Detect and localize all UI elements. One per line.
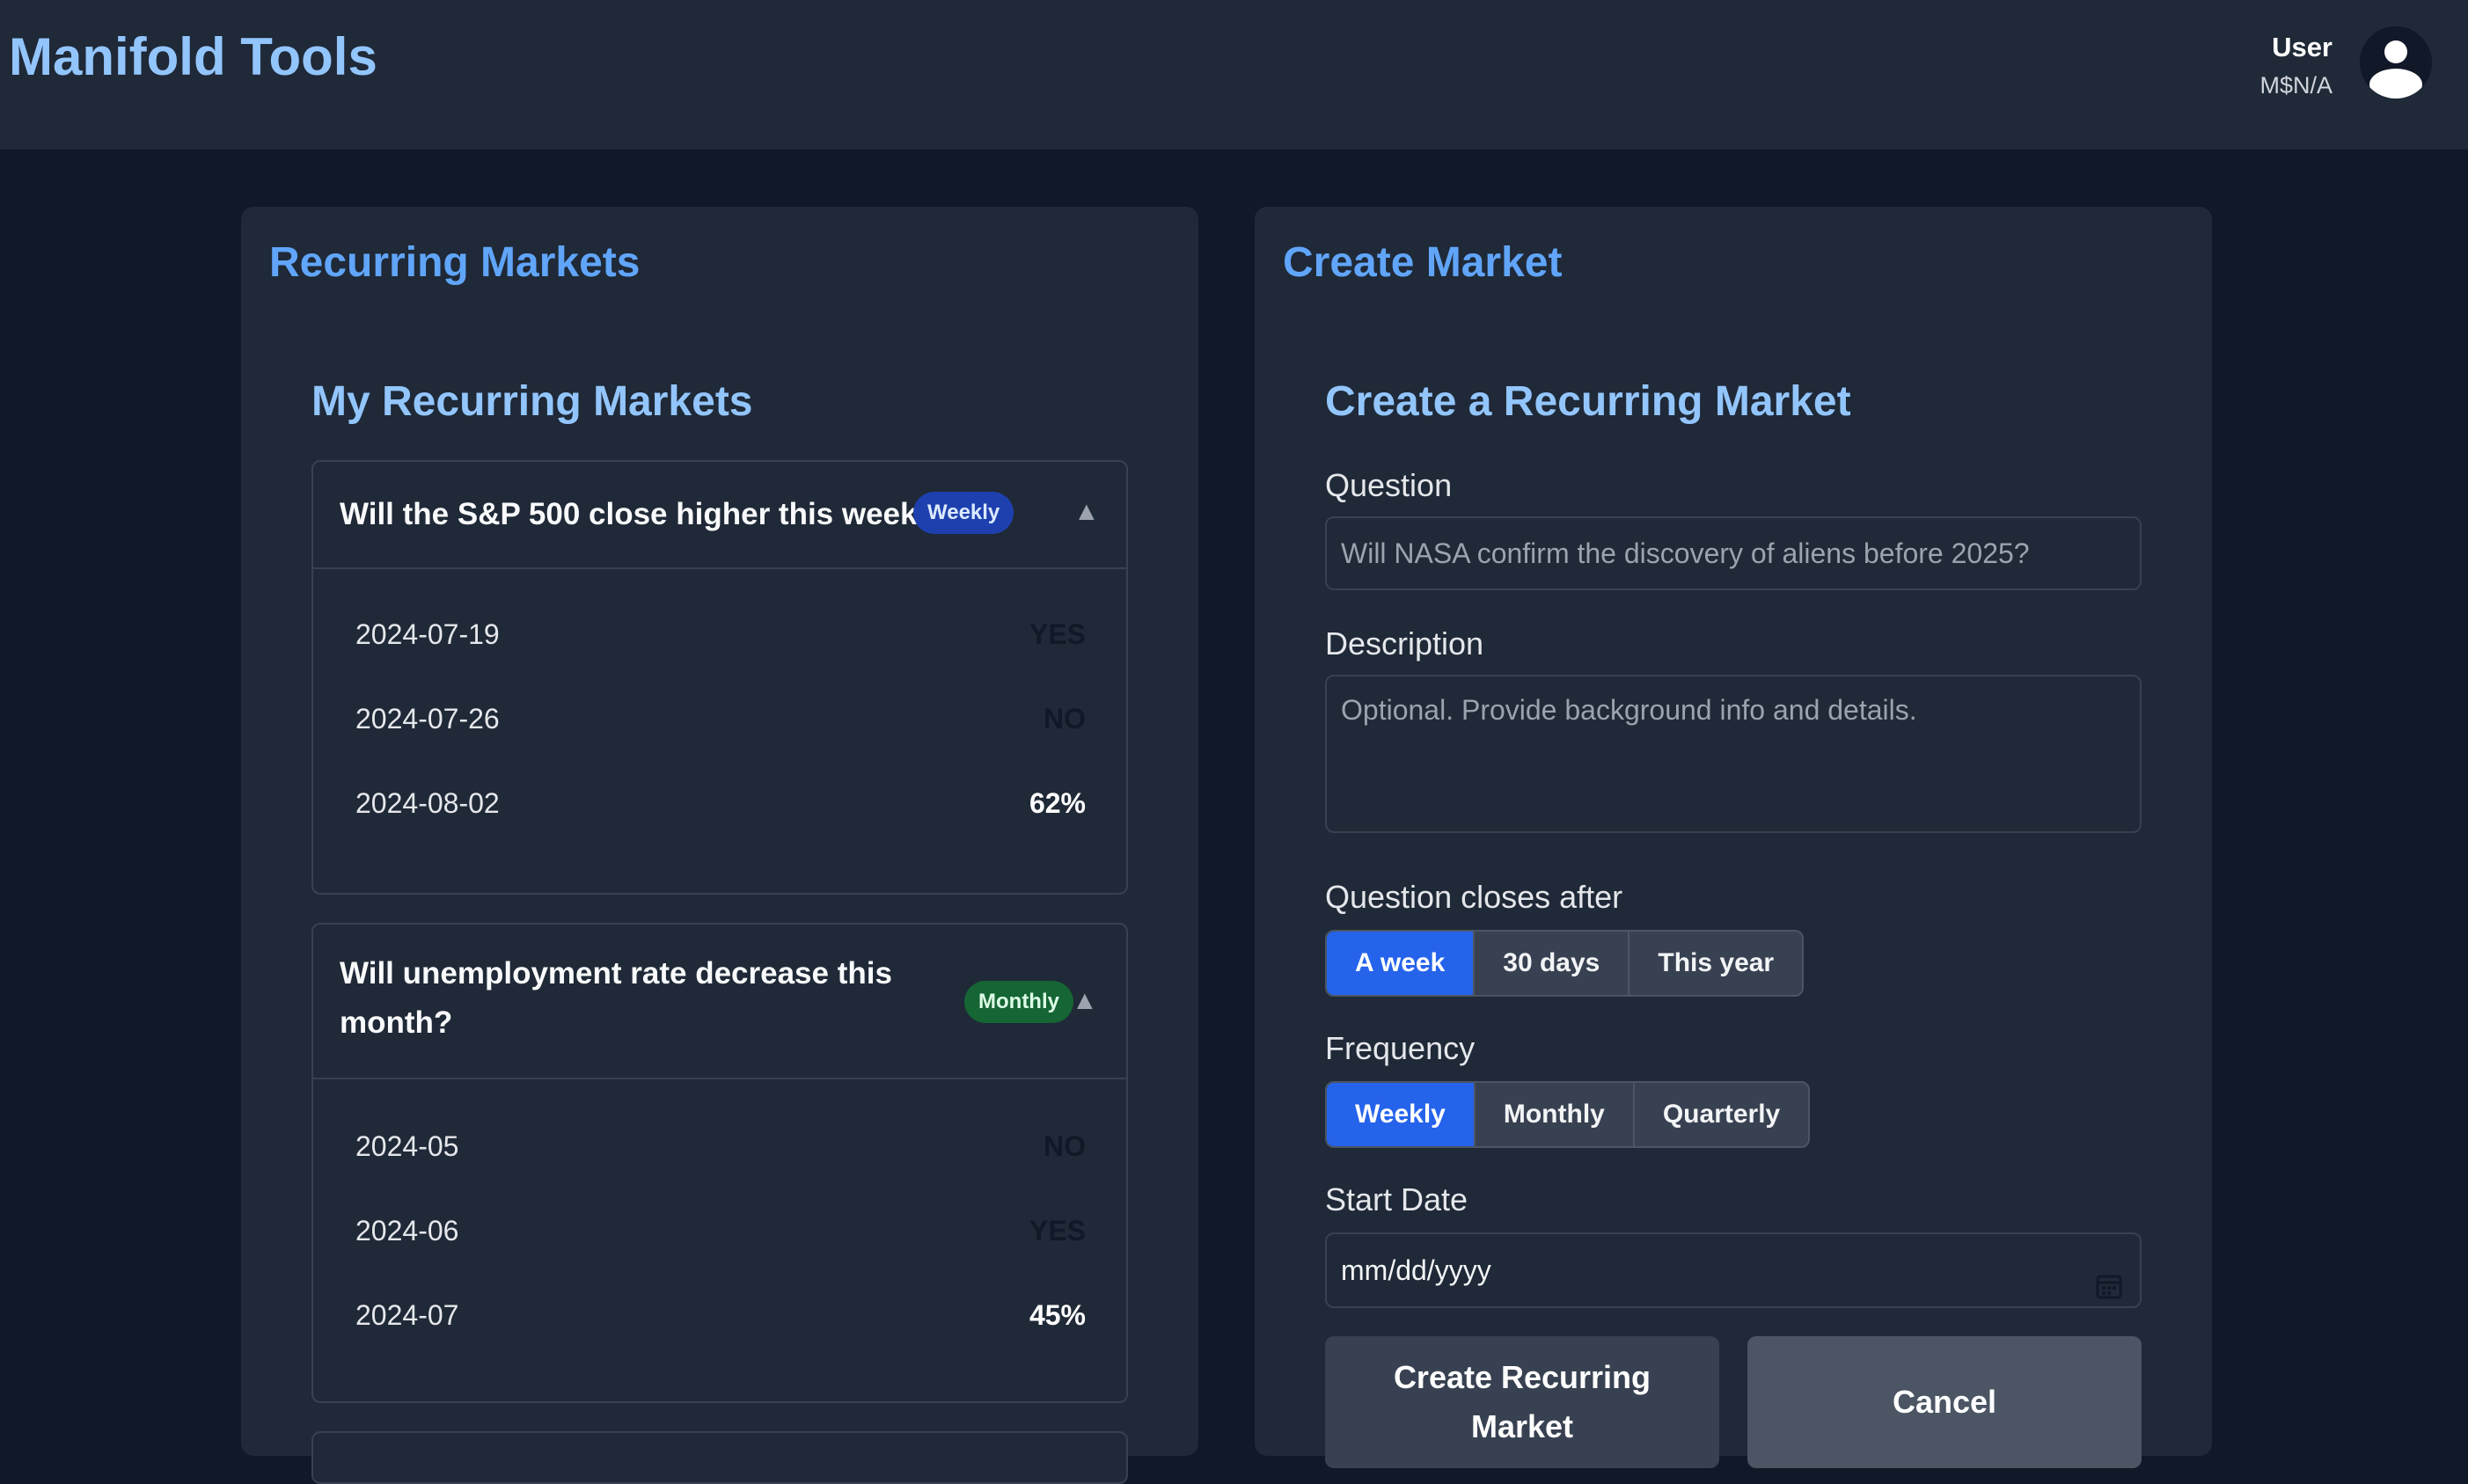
create-market-panel: Create Market Create a Recurring Market … bbox=[1255, 207, 2212, 1468]
row-value: NO bbox=[1044, 703, 1086, 735]
row-date: 2024-08-02 bbox=[355, 787, 500, 819]
app-header: Manifold Tools User M$N/A bbox=[0, 0, 2468, 150]
closes-after-selector: A week 30 days This year bbox=[1325, 930, 1805, 997]
start-date-value: mm/dd/yyyy bbox=[1341, 1254, 1491, 1286]
closes-after-label: Question closes after bbox=[1325, 879, 1623, 915]
frequency-option-quarterly[interactable]: Quarterly bbox=[1634, 1083, 1809, 1146]
brand-title[interactable]: Manifold Tools bbox=[9, 26, 377, 87]
panel-title: Create Market bbox=[1283, 239, 1563, 286]
row-date: 2024-05 bbox=[355, 1130, 459, 1162]
list-item: 2024-07-19 YES bbox=[355, 608, 1086, 661]
row-value: 62% bbox=[1029, 787, 1086, 819]
user-info[interactable]: User M$N/A bbox=[2259, 32, 2333, 99]
create-form-title: Create a Recurring Market bbox=[1325, 378, 1851, 425]
list-item: 2024-07-26 NO bbox=[355, 692, 1086, 745]
frequency-option-weekly[interactable]: Weekly bbox=[1327, 1083, 1476, 1146]
row-value: 45% bbox=[1029, 1299, 1086, 1331]
collapse-icon[interactable]: ▲ bbox=[1072, 986, 1098, 1016]
panel-title: Recurring Markets bbox=[269, 239, 641, 286]
create-market-button[interactable]: Create Recurring Market bbox=[1325, 1336, 1719, 1468]
start-date-label: Start Date bbox=[1325, 1181, 1468, 1217]
frequency-badge: Weekly bbox=[913, 492, 1014, 534]
market-card-header[interactable]: Will unemployment rate decrease this mon… bbox=[313, 925, 1126, 1079]
row-date: 2024-07 bbox=[355, 1299, 459, 1331]
avatar-icon[interactable] bbox=[2360, 26, 2432, 99]
description-textarea[interactable]: Optional. Provide background info and de… bbox=[1325, 675, 2142, 833]
market-card-header[interactable]: Will the S&P 500 close higher this week?… bbox=[313, 462, 1126, 569]
row-date: 2024-06 bbox=[355, 1215, 459, 1246]
row-value: NO bbox=[1044, 1130, 1086, 1162]
calendar-icon[interactable] bbox=[2094, 1255, 2124, 1327]
list-item: 2024-07 45% bbox=[355, 1289, 1086, 1341]
market-question-line-2: month? bbox=[340, 1005, 453, 1040]
question-label: Question bbox=[1325, 467, 1453, 503]
collapse-icon[interactable]: ▲ bbox=[1073, 497, 1100, 527]
cancel-button[interactable]: Cancel bbox=[1747, 1336, 2142, 1468]
row-value: YES bbox=[1029, 618, 1086, 650]
user-name: User bbox=[2272, 32, 2333, 62]
create-button-line-1: Create Recurring bbox=[1393, 1359, 1651, 1395]
question-input[interactable]: Will NASA confirm the discovery of alien… bbox=[1325, 516, 2142, 590]
market-question: Will the S&P 500 close higher this week? bbox=[340, 497, 936, 531]
list-item: 2024-06 YES bbox=[355, 1204, 1086, 1257]
create-button-line-2: Market bbox=[1470, 1408, 1574, 1444]
recurring-markets-panel: Recurring Markets My Recurring Markets W… bbox=[241, 207, 1198, 1484]
frequency-selector: Weekly Monthly Quarterly bbox=[1325, 1081, 1811, 1148]
user-balance: M$N/A bbox=[2259, 72, 2333, 99]
market-card: Will the S&P 500 close higher this week?… bbox=[311, 460, 1128, 895]
closes-option-week[interactable]: A week bbox=[1327, 932, 1476, 995]
list-item: 2024-05 NO bbox=[355, 1120, 1086, 1173]
frequency-label: Frequency bbox=[1325, 1030, 1476, 1066]
frequency-option-monthly[interactable]: Monthly bbox=[1475, 1083, 1635, 1146]
market-card bbox=[311, 1431, 1128, 1484]
row-value: YES bbox=[1029, 1215, 1086, 1246]
market-question-line-1: Will unemployment rate decrease this bbox=[340, 956, 892, 991]
market-card: Will unemployment rate decrease this mon… bbox=[311, 923, 1128, 1403]
my-markets-title: My Recurring Markets bbox=[311, 378, 753, 425]
start-date-input[interactable]: mm/dd/yyyy bbox=[1325, 1232, 2142, 1308]
row-date: 2024-07-19 bbox=[355, 618, 500, 650]
frequency-badge: Monthly bbox=[964, 981, 1073, 1023]
closes-option-year[interactable]: This year bbox=[1629, 932, 1803, 995]
row-date: 2024-07-26 bbox=[355, 703, 500, 735]
list-item: 2024-08-02 62% bbox=[355, 777, 1086, 830]
description-label: Description bbox=[1325, 625, 1484, 662]
closes-option-30-days[interactable]: 30 days bbox=[1475, 932, 1630, 995]
